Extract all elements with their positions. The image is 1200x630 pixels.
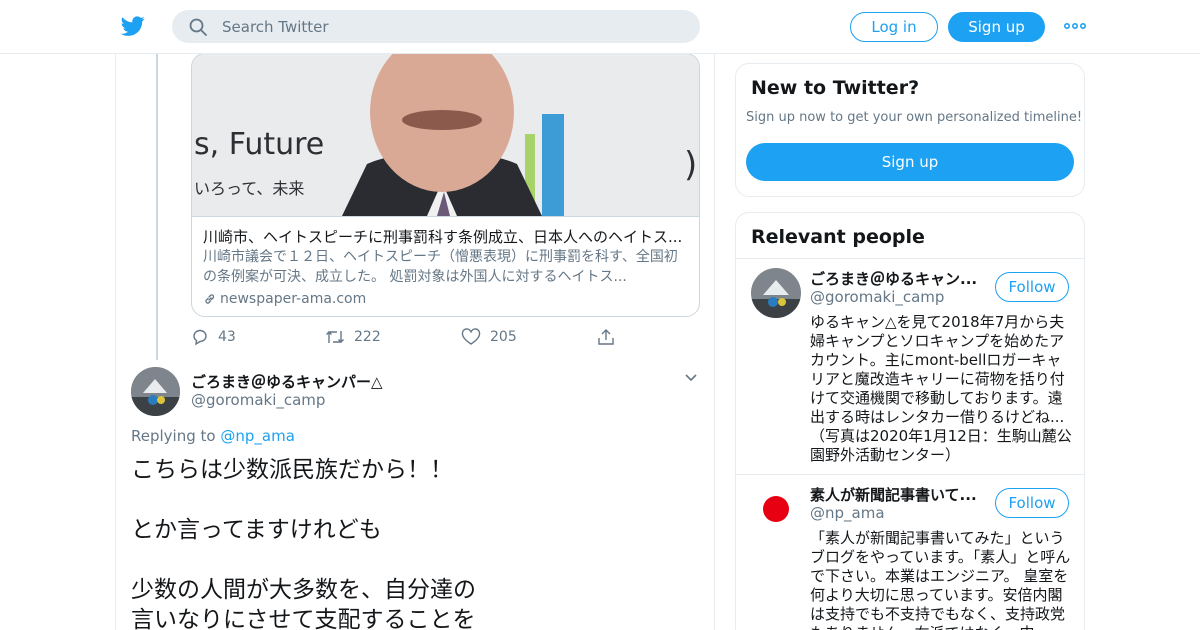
- reply-icon: [193, 329, 207, 346]
- reply-action[interactable]: 43: [191, 328, 236, 346]
- top-navigation-bar: Log in Sign up: [0, 0, 1200, 54]
- person-name[interactable]: 素人が新聞記事書いて...: [810, 484, 980, 505]
- tweet-author-handle[interactable]: @goromaki_camp: [191, 391, 325, 409]
- person-name[interactable]: ごろまき＠ゆるキャン...: [810, 268, 980, 289]
- new-to-twitter-panel: New to Twitter? Sign up now to get your …: [735, 63, 1085, 197]
- panel-title: New to Twitter?: [751, 77, 920, 99]
- panel-signup-button[interactable]: Sign up: [746, 143, 1074, 181]
- svg-text:s, Future: s, Future: [194, 127, 324, 162]
- person-item[interactable]: 素人が新聞記事書いて... @np_ama Follow 「素人が新聞記事書いて…: [736, 474, 1084, 630]
- reply-count: 43: [218, 329, 236, 345]
- login-button[interactable]: Log in: [850, 12, 938, 42]
- thread-connector-line: [156, 54, 158, 360]
- like-count: 205: [490, 329, 517, 345]
- retweet-action[interactable]: 222: [325, 328, 381, 346]
- avatar-image: [751, 268, 801, 318]
- avatar[interactable]: [751, 268, 801, 318]
- share-action[interactable]: [597, 328, 615, 346]
- retweet-icon: [326, 331, 344, 343]
- avatar-image: [751, 484, 801, 534]
- panel-subtitle: Sign up now to get your own personalized…: [746, 110, 1083, 125]
- svg-text:): ): [684, 145, 697, 185]
- avatar-image: [131, 367, 180, 416]
- card-thumbnail-image: s, Future いろって、未来 ): [192, 54, 699, 216]
- share-icon: [598, 329, 614, 345]
- person-handle[interactable]: @np_ama: [810, 504, 885, 522]
- card-title: 川崎市、ヘイトスピーチに刑事罰科す条例成立、日本人へのヘイトス...: [203, 228, 683, 246]
- signup-button[interactable]: Sign up: [948, 12, 1045, 42]
- replying-prefix: Replying to: [131, 427, 216, 445]
- replying-to: Replying to @np_ama: [131, 427, 295, 445]
- panel-title: Relevant people: [751, 226, 925, 248]
- person-bio: ゆるキャン△を見て2018年7月から夫婦キャンプとソロキャンプを始めたアカウント…: [810, 313, 1080, 464]
- follow-button[interactable]: Follow: [995, 272, 1069, 302]
- svg-text:いろって、未来: いろって、未来: [194, 179, 304, 198]
- avatar[interactable]: [131, 367, 180, 416]
- person-item[interactable]: ごろまき＠ゆるキャン... @goromaki_camp Follow ゆるキャ…: [736, 258, 1084, 474]
- link-icon: [205, 294, 215, 304]
- card-text-area: 川崎市、ヘイトスピーチに刑事罰科す条例成立、日本人へのヘイトス... 川崎市議会…: [192, 216, 699, 316]
- twitter-bird-icon[interactable]: [120, 14, 146, 38]
- search-input[interactable]: [222, 10, 682, 43]
- more-dots-icon[interactable]: [1064, 20, 1086, 32]
- search-icon: [189, 18, 207, 36]
- card-description: 川崎市議会で１２日、ヘイトスピーチ（憎悪表現）に刑事罰を科す、全国初の条例案が可…: [203, 249, 678, 285]
- follow-button[interactable]: Follow: [995, 488, 1069, 518]
- avatar[interactable]: [751, 484, 801, 534]
- search-bar[interactable]: [172, 10, 700, 43]
- card-domain: newspaper-ama.com: [203, 289, 689, 309]
- tweet-body-text: こちらは少数派民族だから！！ とか言ってますけれども 少数の人間が大多数を、自分…: [131, 457, 476, 630]
- link-preview-card[interactable]: s, Future いろって、未来 ) 川崎市、ヘイトスピーチに刑事罰科す条例成…: [191, 54, 700, 317]
- timeline-column: s, Future いろって、未来 ) 川崎市、ヘイトスピーチに刑事罰科す条例成…: [115, 54, 715, 630]
- card-domain-text: newspaper-ama.com: [220, 291, 367, 307]
- heart-icon: [461, 328, 481, 345]
- tweet-action-bar: 43 222 205: [191, 328, 621, 350]
- person-bio: 「素人が新聞記事書いてみた」というブログをやっています。「素人」と呼んで下さい。…: [810, 529, 1071, 630]
- chevron-down-icon[interactable]: [684, 373, 698, 383]
- retweet-count: 222: [354, 329, 381, 345]
- tweet-author-name[interactable]: ごろまき＠ゆるキャンパー△: [191, 371, 383, 392]
- person-handle[interactable]: @goromaki_camp: [810, 288, 944, 306]
- replying-mention-link[interactable]: @np_ama: [220, 427, 295, 445]
- like-action[interactable]: 205: [461, 328, 517, 346]
- relevant-people-panel: Relevant people ごろまき＠ゆるキャン... @goromaki_…: [735, 212, 1085, 630]
